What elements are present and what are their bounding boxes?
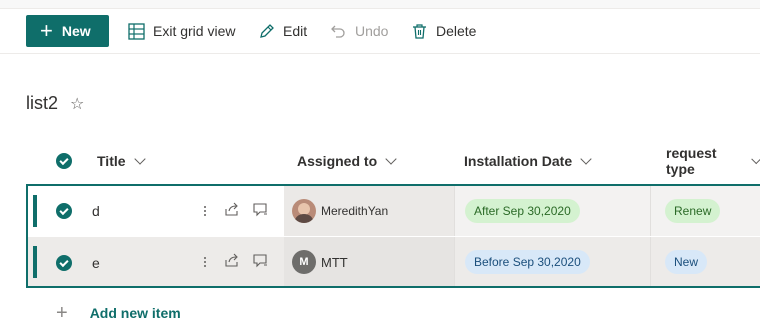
add-new-item-label: Add new item [89, 305, 181, 321]
chevron-down-icon [580, 152, 592, 165]
delete-label: Delete [436, 23, 477, 39]
trash-icon [411, 23, 428, 40]
undo-icon [330, 23, 347, 40]
exit-grid-view-label: Exit grid view [153, 23, 236, 39]
column-header-request-type-label: request type [666, 145, 717, 177]
column-header-assigned-to-label: Assigned to [297, 153, 378, 169]
grid-selection-border [26, 184, 760, 288]
column-header-title-label: Title [97, 153, 126, 169]
add-new-item-button[interactable]: + Add new item [56, 302, 181, 324]
exit-grid-view-button[interactable]: Exit grid view [128, 17, 235, 45]
edit-button[interactable]: Edit [258, 17, 307, 45]
new-button[interactable]: + New [26, 15, 109, 47]
column-header-installation-date[interactable]: Installation Date [464, 150, 592, 172]
chevron-down-icon [133, 152, 146, 165]
plus-icon: + [40, 18, 53, 43]
undo-button[interactable]: Undo [330, 17, 388, 45]
column-header-title[interactable]: Title [97, 150, 146, 172]
pencil-icon [258, 23, 275, 40]
star-icon[interactable]: ☆ [70, 94, 84, 114]
undo-label: Undo [355, 23, 389, 39]
delete-button[interactable]: Delete [411, 17, 476, 45]
command-bar: + New Exit grid view Edit Undo Delete [0, 9, 760, 54]
plus-icon: + [56, 302, 68, 324]
grid-icon [128, 22, 145, 40]
list-title-text: list2 [26, 93, 59, 113]
list-title: list2 ☆ [26, 93, 84, 114]
chevron-down-icon [385, 152, 397, 165]
column-header-assigned-to[interactable]: Assigned to [297, 150, 397, 172]
top-strip [0, 0, 760, 9]
new-button-label: New [61, 23, 91, 39]
select-all-checkbox[interactable] [56, 153, 72, 169]
column-header-installation-date-label: Installation Date [464, 153, 573, 169]
chevron-down-icon [750, 153, 760, 164]
edit-label: Edit [283, 23, 308, 39]
column-header-request-type[interactable]: request type [666, 145, 760, 177]
